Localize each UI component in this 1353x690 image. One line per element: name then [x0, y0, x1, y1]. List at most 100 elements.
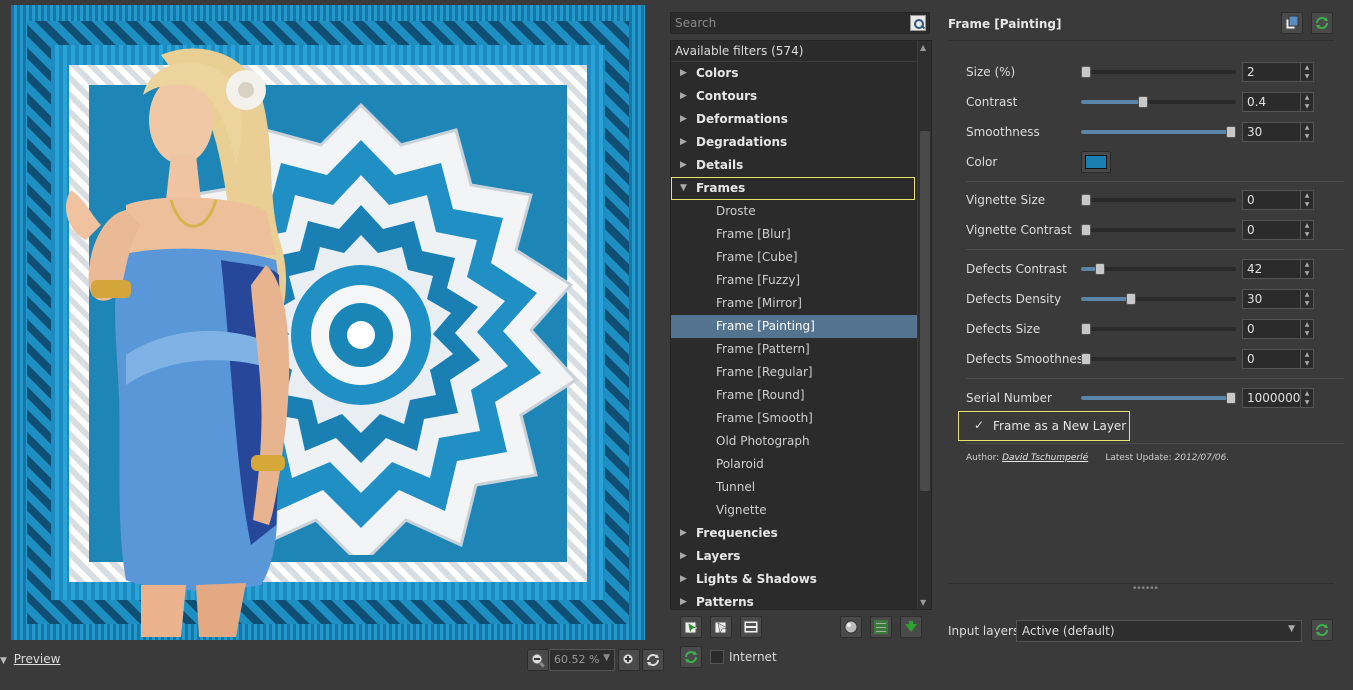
- reset-parameters-icon[interactable]: [1311, 12, 1333, 34]
- category-degradations[interactable]: ▶ Degradations: [671, 131, 931, 154]
- filter-frame-pattern[interactable]: Frame [Pattern]: [671, 338, 931, 361]
- category-contours[interactable]: ▶ Contours: [671, 85, 931, 108]
- filter-frame-smooth[interactable]: Frame [Smooth]: [671, 407, 931, 430]
- category-details[interactable]: ▶ Details: [671, 154, 931, 177]
- zoom-combobox[interactable]: 60.52 % ▼: [549, 649, 615, 671]
- category-label: Deformations: [696, 112, 788, 126]
- filter-frame-cube[interactable]: Frame [Cube]: [671, 246, 931, 269]
- slider-knob[interactable]: [1081, 323, 1091, 335]
- spin-arrows-icon[interactable]: ▲ ▼: [1300, 191, 1313, 209]
- slider-knob[interactable]: [1138, 96, 1148, 108]
- copy-to-clipboard-icon[interactable]: [1281, 12, 1303, 34]
- defects-smoothness-spinbox[interactable]: 0 ▲ ▼: [1242, 349, 1314, 369]
- zoom-out-icon[interactable]: [527, 649, 549, 671]
- spin-arrows-icon[interactable]: ▲ ▼: [1300, 221, 1313, 239]
- contrast-slider[interactable]: [1081, 96, 1236, 108]
- remove-favorite-icon[interactable]: [710, 616, 732, 638]
- contrast-spinbox[interactable]: 0.4 ▲ ▼: [1242, 92, 1314, 112]
- category-frames[interactable]: ▼ Frames: [671, 177, 915, 200]
- serial-number-spinbox[interactable]: 1000000 ▲ ▼: [1242, 388, 1314, 408]
- scroll-down-icon[interactable]: ▼: [920, 598, 926, 607]
- color-picker-button[interactable]: [1081, 151, 1111, 173]
- category-colors[interactable]: ▶ Colors: [671, 62, 931, 85]
- spin-arrows-icon[interactable]: ▲ ▼: [1300, 290, 1313, 308]
- vignette-size-spinbox[interactable]: 0 ▲ ▼: [1242, 190, 1314, 210]
- spin-arrows-icon[interactable]: ▲ ▼: [1300, 350, 1313, 368]
- add-favorite-icon[interactable]: [680, 616, 702, 638]
- vignette-contrast-spinbox[interactable]: 0 ▲ ▼: [1242, 220, 1314, 240]
- slider-knob[interactable]: [1081, 353, 1091, 365]
- frame-as-new-layer-checkbox[interactable]: ✓ Frame as a New Layer: [958, 411, 1130, 441]
- slider-knob[interactable]: [1081, 66, 1091, 78]
- preview-toggle[interactable]: ▼ Preview: [0, 652, 60, 666]
- tree-scrollbar[interactable]: ▲ ▼: [917, 41, 931, 609]
- author-link[interactable]: David Tschumperlé: [1002, 453, 1088, 463]
- search-input[interactable]: Search: [670, 12, 930, 34]
- smoothness-slider[interactable]: [1081, 126, 1236, 138]
- zoom-in-icon[interactable]: [618, 649, 640, 671]
- category-frequencies[interactable]: ▶ Frequencies: [671, 522, 931, 545]
- filter-frame-fuzzy[interactable]: Frame [Fuzzy]: [671, 269, 931, 292]
- spin-arrows-icon[interactable]: ▲ ▼: [1300, 389, 1313, 407]
- slider-knob[interactable]: [1125, 293, 1136, 305]
- visibility-toggle-icon[interactable]: [840, 616, 862, 638]
- defects-size-spinbox[interactable]: 0 ▲ ▼: [1242, 319, 1314, 339]
- serial-number-slider[interactable]: [1081, 392, 1236, 404]
- spin-arrows-icon[interactable]: ▲ ▼: [1300, 320, 1313, 338]
- expand-arrow-icon: ▶: [680, 114, 687, 124]
- filter-droste[interactable]: Droste: [671, 200, 931, 223]
- splitter-handle[interactable]: ••••••: [1132, 584, 1159, 594]
- vignette-size-slider[interactable]: [1081, 194, 1236, 206]
- category-deformations[interactable]: ▶ Deformations: [671, 108, 931, 131]
- category-lights-shadows[interactable]: ▶ Lights & Shadows: [671, 568, 931, 591]
- defects-density-slider[interactable]: [1081, 293, 1236, 305]
- scroll-up-icon[interactable]: ▲: [920, 43, 926, 52]
- slider-knob[interactable]: [1226, 126, 1236, 138]
- slider-knob[interactable]: [1226, 392, 1236, 404]
- slider-knob[interactable]: [1094, 263, 1105, 275]
- defects-contrast-slider[interactable]: [1081, 263, 1236, 275]
- defects-smoothness-slider[interactable]: [1081, 353, 1236, 365]
- filter-frame-round[interactable]: Frame [Round]: [671, 384, 931, 407]
- filter-polaroid[interactable]: Polaroid: [671, 453, 931, 476]
- filter-tunnel[interactable]: Tunnel: [671, 476, 931, 499]
- input-layers-select[interactable]: Active (default) ▼: [1016, 620, 1302, 642]
- category-patterns[interactable]: ▶ Patterns: [671, 591, 931, 609]
- vignette-contrast-slider[interactable]: [1081, 224, 1236, 236]
- spin-arrows-icon[interactable]: ▲ ▼: [1300, 93, 1313, 111]
- defects-size-slider[interactable]: [1081, 323, 1236, 335]
- scrollbar-thumb[interactable]: [920, 131, 930, 491]
- search-icon[interactable]: [910, 15, 926, 31]
- size-spinbox[interactable]: 2 ▲ ▼: [1242, 62, 1314, 82]
- defects-contrast-spinbox[interactable]: 42 ▲ ▼: [1242, 259, 1314, 279]
- preview-pane: ▼ Preview 60.52 % ▼: [0, 0, 664, 690]
- param-value: 0.4: [1247, 95, 1267, 109]
- slider-knob[interactable]: [1081, 224, 1091, 236]
- filter-vignette[interactable]: Vignette: [671, 499, 931, 522]
- category-layers[interactable]: ▶ Layers: [671, 545, 931, 568]
- spin-arrows-icon[interactable]: ▲ ▼: [1300, 123, 1313, 141]
- param-value: 0: [1247, 223, 1255, 237]
- param-label: Defects Contrast: [966, 262, 1067, 276]
- defects-density-spinbox[interactable]: 30 ▲ ▼: [1242, 289, 1314, 309]
- collapse-all-icon[interactable]: [900, 616, 922, 638]
- smoothness-spinbox[interactable]: 30 ▲ ▼: [1242, 122, 1314, 142]
- internet-checkbox[interactable]: [710, 650, 724, 664]
- filter-frame-mirror[interactable]: Frame [Mirror]: [671, 292, 931, 315]
- slider-knob[interactable]: [1081, 194, 1091, 206]
- filter-frame-blur[interactable]: Frame [Blur]: [671, 223, 931, 246]
- spin-arrows-icon[interactable]: ▲ ▼: [1300, 63, 1313, 81]
- refresh-preview-icon[interactable]: [642, 649, 664, 671]
- refresh-layers-icon[interactable]: [1311, 619, 1333, 641]
- filter-tree[interactable]: Available filters (574) ▶ Colors ▶ Contour…: [670, 40, 932, 610]
- spin-arrows-icon[interactable]: ▲ ▼: [1300, 260, 1313, 278]
- update-filters-icon[interactable]: [680, 646, 702, 668]
- size-slider[interactable]: [1081, 66, 1236, 78]
- expand-all-icon[interactable]: [870, 616, 892, 638]
- filter-old-photograph[interactable]: Old Photograph: [671, 430, 931, 453]
- filter-frame-painting[interactable]: Frame [Painting]: [671, 315, 931, 338]
- preview-image[interactable]: [11, 5, 645, 640]
- filter-frame-regular[interactable]: Frame [Regular]: [671, 361, 931, 384]
- new-layer-label: Frame as a New Layer: [993, 419, 1127, 433]
- rename-favorite-icon[interactable]: [740, 616, 762, 638]
